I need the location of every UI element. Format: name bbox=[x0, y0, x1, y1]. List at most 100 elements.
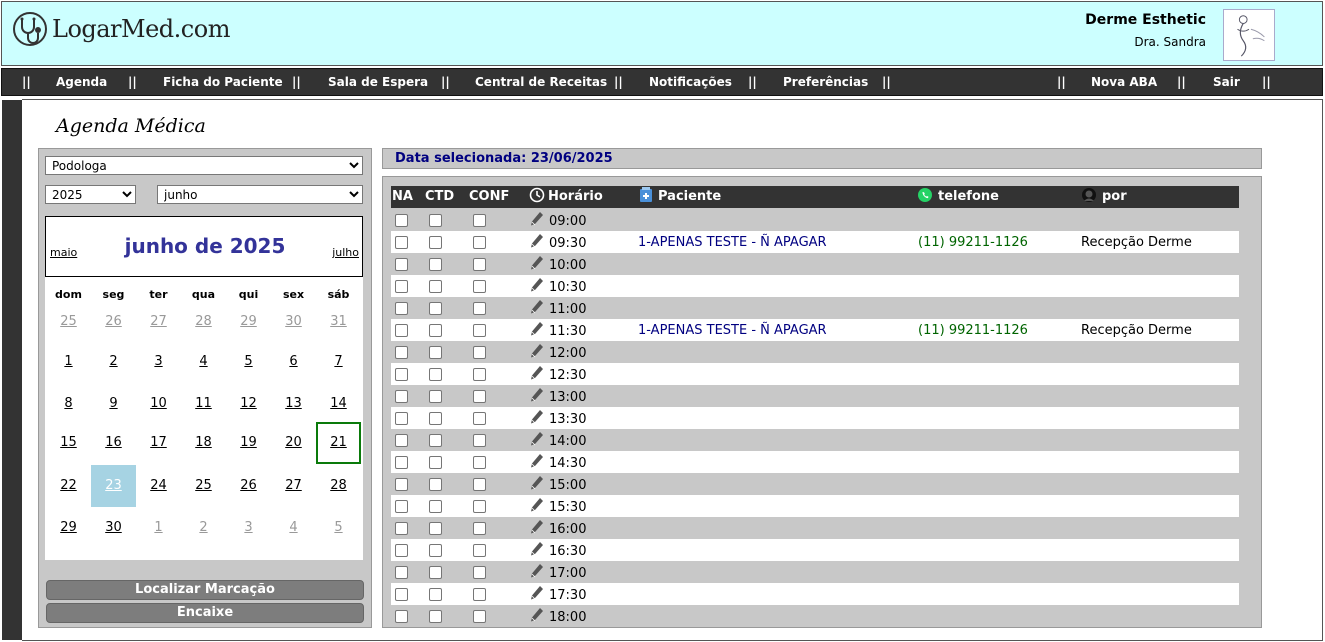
year-select[interactable]: 2025 bbox=[45, 185, 136, 204]
edit-pencil-icon[interactable] bbox=[530, 519, 544, 535]
ctd-checkbox[interactable] bbox=[429, 236, 442, 249]
na-checkbox[interactable] bbox=[395, 434, 408, 447]
nav-item-preferencias[interactable]: Preferências bbox=[783, 75, 868, 89]
ctd-checkbox[interactable] bbox=[429, 280, 442, 293]
edit-pencil-icon[interactable] bbox=[530, 585, 544, 601]
edit-pencil-icon[interactable] bbox=[530, 475, 544, 491]
na-checkbox[interactable] bbox=[395, 302, 408, 315]
conf-checkbox[interactable] bbox=[473, 566, 486, 579]
site-logo[interactable]: LogarMed.com bbox=[12, 11, 230, 47]
edit-pencil-icon[interactable] bbox=[530, 497, 544, 513]
calendar-day[interactable]: 13 bbox=[271, 383, 316, 425]
nav-item-sair[interactable]: Sair bbox=[1213, 75, 1240, 89]
na-checkbox[interactable] bbox=[395, 478, 408, 491]
conf-checkbox[interactable] bbox=[473, 500, 486, 513]
edit-pencil-icon[interactable] bbox=[530, 431, 544, 447]
edit-pencil-icon[interactable] bbox=[530, 563, 544, 579]
ctd-checkbox[interactable] bbox=[429, 566, 442, 579]
na-checkbox[interactable] bbox=[395, 324, 408, 337]
calendar-day[interactable]: 28 bbox=[316, 465, 361, 507]
calendar-day[interactable]: 5 bbox=[316, 507, 361, 549]
edit-pencil-icon[interactable] bbox=[530, 453, 544, 469]
conf-checkbox[interactable] bbox=[473, 302, 486, 315]
ctd-checkbox[interactable] bbox=[429, 456, 442, 469]
nav-item-agenda[interactable]: Agenda bbox=[56, 75, 107, 89]
calendar-day[interactable]: 21 bbox=[316, 422, 361, 464]
conf-checkbox[interactable] bbox=[473, 544, 486, 557]
nav-item-sala-espera[interactable]: Sala de Espera bbox=[328, 75, 428, 89]
edit-pencil-icon[interactable] bbox=[530, 365, 544, 381]
calendar-day[interactable]: 4 bbox=[271, 507, 316, 549]
na-checkbox[interactable] bbox=[395, 280, 408, 293]
conf-checkbox[interactable] bbox=[473, 368, 486, 381]
ctd-checkbox[interactable] bbox=[429, 434, 442, 447]
calendar-day[interactable]: 30 bbox=[271, 301, 316, 343]
calendar-day[interactable]: 24 bbox=[136, 465, 181, 507]
calendar-day[interactable]: 26 bbox=[91, 301, 136, 343]
conf-checkbox[interactable] bbox=[473, 412, 486, 425]
calendar-day[interactable]: 4 bbox=[181, 341, 226, 383]
calendar-day[interactable]: 10 bbox=[136, 383, 181, 425]
calendar-day[interactable]: 7 bbox=[316, 341, 361, 383]
edit-pencil-icon[interactable] bbox=[530, 211, 544, 227]
calendar-day[interactable]: 2 bbox=[91, 341, 136, 383]
conf-checkbox[interactable] bbox=[473, 478, 486, 491]
calendar-day[interactable]: 26 bbox=[226, 465, 271, 507]
na-checkbox[interactable] bbox=[395, 522, 408, 535]
edit-pencil-icon[interactable] bbox=[530, 387, 544, 403]
edit-pencil-icon[interactable] bbox=[530, 233, 544, 249]
ctd-checkbox[interactable] bbox=[429, 412, 442, 425]
edit-pencil-icon[interactable] bbox=[530, 277, 544, 293]
conf-checkbox[interactable] bbox=[473, 522, 486, 535]
calendar-day[interactable]: 25 bbox=[46, 301, 91, 343]
na-checkbox[interactable] bbox=[395, 566, 408, 579]
calendar-day[interactable]: 28 bbox=[181, 301, 226, 343]
calendar-day[interactable]: 12 bbox=[226, 383, 271, 425]
conf-checkbox[interactable] bbox=[473, 214, 486, 227]
calendar-day[interactable]: 29 bbox=[226, 301, 271, 343]
calendar-day[interactable]: 3 bbox=[136, 341, 181, 383]
na-checkbox[interactable] bbox=[395, 346, 408, 359]
conf-checkbox[interactable] bbox=[473, 346, 486, 359]
slot-patient[interactable]: 1-APENAS TESTE - Ñ APAGAR bbox=[638, 323, 827, 338]
calendar-day[interactable]: 27 bbox=[271, 465, 316, 507]
calendar-day[interactable]: 3 bbox=[226, 507, 271, 549]
calendar-day[interactable]: 5 bbox=[226, 341, 271, 383]
ctd-checkbox[interactable] bbox=[429, 544, 442, 557]
conf-checkbox[interactable] bbox=[473, 434, 486, 447]
fit-in-button[interactable]: Encaixe bbox=[46, 603, 364, 623]
ctd-checkbox[interactable] bbox=[429, 214, 442, 227]
edit-pencil-icon[interactable] bbox=[530, 255, 544, 271]
na-checkbox[interactable] bbox=[395, 588, 408, 601]
ctd-checkbox[interactable] bbox=[429, 478, 442, 491]
conf-checkbox[interactable] bbox=[473, 236, 486, 249]
calendar-day[interactable]: 30 bbox=[91, 507, 136, 549]
calendar-day[interactable]: 23 bbox=[91, 465, 136, 507]
calendar-day[interactable]: 15 bbox=[46, 422, 91, 464]
calendar-day[interactable]: 27 bbox=[136, 301, 181, 343]
ctd-checkbox[interactable] bbox=[429, 346, 442, 359]
conf-checkbox[interactable] bbox=[473, 610, 486, 623]
conf-checkbox[interactable] bbox=[473, 324, 486, 337]
ctd-checkbox[interactable] bbox=[429, 324, 442, 337]
edit-pencil-icon[interactable] bbox=[530, 299, 544, 315]
slot-patient[interactable]: 1-APENAS TESTE - Ñ APAGAR bbox=[638, 235, 827, 250]
edit-pencil-icon[interactable] bbox=[530, 541, 544, 557]
conf-checkbox[interactable] bbox=[473, 258, 486, 271]
calendar-day[interactable]: 25 bbox=[181, 465, 226, 507]
na-checkbox[interactable] bbox=[395, 214, 408, 227]
na-checkbox[interactable] bbox=[395, 610, 408, 623]
na-checkbox[interactable] bbox=[395, 368, 408, 381]
na-checkbox[interactable] bbox=[395, 456, 408, 469]
ctd-checkbox[interactable] bbox=[429, 302, 442, 315]
calendar-day[interactable]: 16 bbox=[91, 422, 136, 464]
next-month-link[interactable]: julho bbox=[332, 246, 359, 259]
calendar-day[interactable]: 1 bbox=[46, 341, 91, 383]
na-checkbox[interactable] bbox=[395, 500, 408, 513]
calendar-day[interactable]: 29 bbox=[46, 507, 91, 549]
calendar-day[interactable]: 22 bbox=[46, 465, 91, 507]
calendar-day[interactable]: 19 bbox=[226, 422, 271, 464]
conf-checkbox[interactable] bbox=[473, 456, 486, 469]
calendar-day[interactable]: 14 bbox=[316, 383, 361, 425]
calendar-day[interactable]: 20 bbox=[271, 422, 316, 464]
